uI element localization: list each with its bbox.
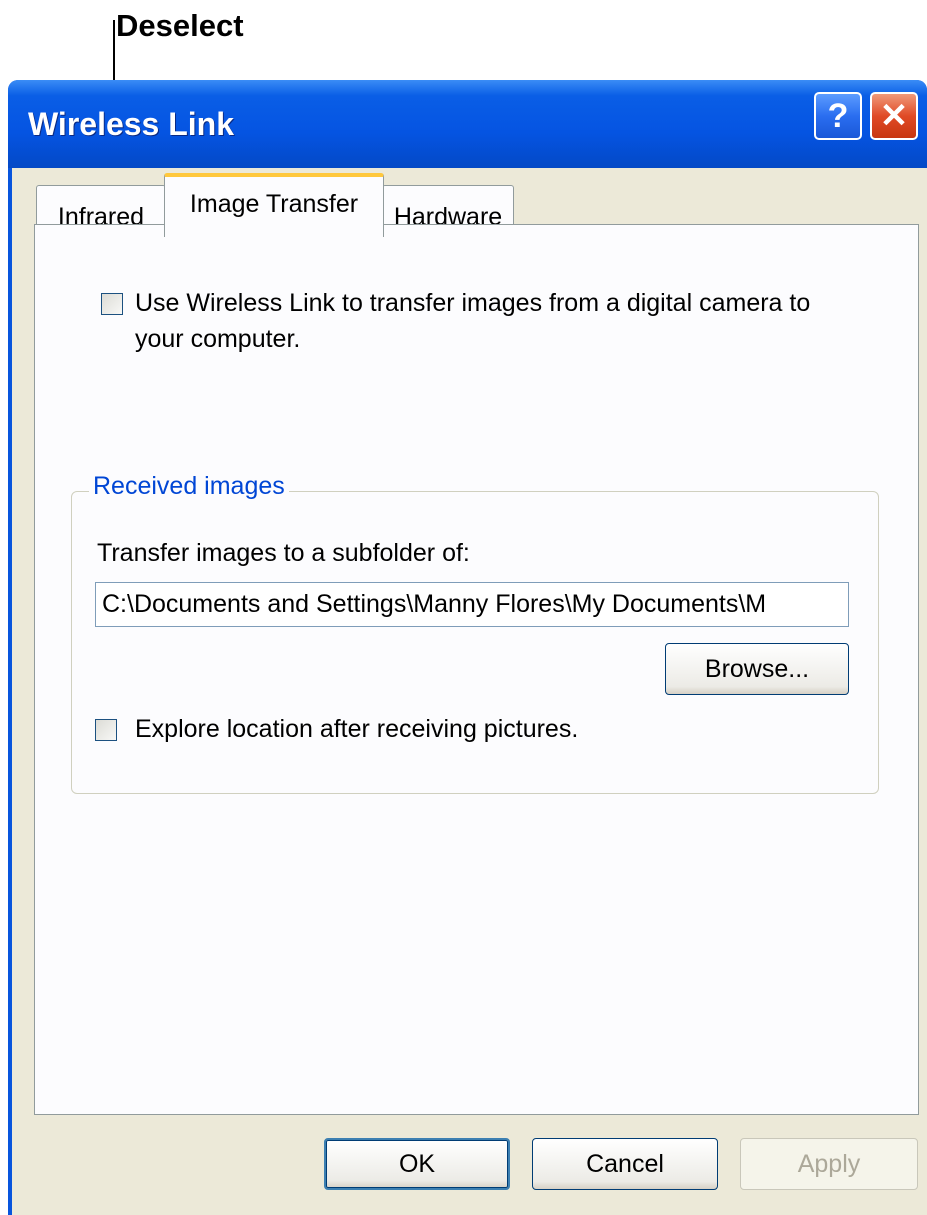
close-icon: ✕ [879, 97, 909, 135]
cancel-button-label: Cancel [586, 1149, 664, 1178]
use-wireless-link-checkbox[interactable] [101, 293, 123, 315]
use-wireless-link-label-line1: Use Wireless Link to transfer images fro… [135, 289, 811, 317]
use-wireless-link-label-line2: your computer. [135, 325, 301, 353]
wireless-link-dialog: Wireless Link ? ✕ Infrared Image Transfe… [8, 80, 927, 1215]
dialog-client-area: Infrared Image Transfer Hardware Use Wir… [12, 168, 927, 1215]
explore-location-label: Explore location after receiving picture… [135, 715, 579, 743]
close-button[interactable]: ✕ [870, 92, 918, 140]
window-title: Wireless Link [28, 106, 235, 142]
ok-button[interactable]: OK [324, 1138, 510, 1190]
destination-path-field[interactable]: C:\Documents and Settings\Manny Flores\M… [95, 582, 849, 627]
help-button[interactable]: ? [814, 92, 862, 140]
image-transfer-panel: Use Wireless Link to transfer images fro… [34, 224, 919, 1115]
ok-button-label: OK [398, 1149, 436, 1178]
browse-button[interactable]: Browse... [665, 643, 849, 695]
cancel-button[interactable]: Cancel [532, 1138, 718, 1190]
tab-image-transfer-label: Image Transfer [189, 189, 359, 218]
subfolder-label: Transfer images to a subfolder of: [97, 539, 470, 567]
callout-label-deselect: Deselect [116, 8, 244, 43]
apply-button[interactable]: Apply [740, 1138, 918, 1190]
tab-image-transfer[interactable]: Image Transfer [164, 173, 384, 237]
title-bar[interactable]: Wireless Link ? ✕ [8, 80, 927, 168]
apply-button-label: Apply [797, 1149, 861, 1178]
explore-location-checkbox[interactable] [95, 719, 117, 741]
received-images-title: Received images [89, 472, 289, 501]
browse-button-label: Browse... [704, 654, 810, 683]
help-icon: ? [827, 96, 849, 135]
